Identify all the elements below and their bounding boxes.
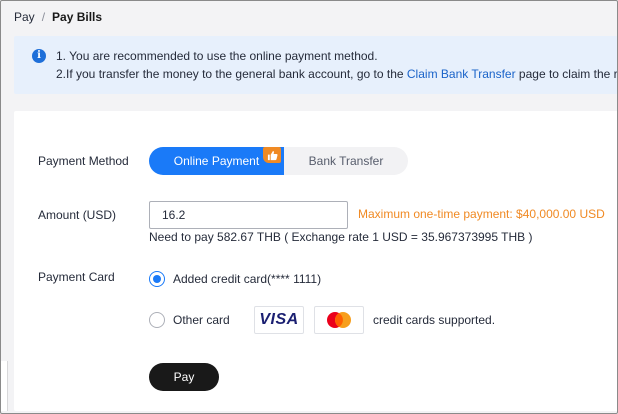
other-card-radio[interactable]	[149, 312, 165, 328]
notice-line-2-prefix: 2.If you transfer the money to the gener…	[56, 67, 407, 81]
payment-card-label: Payment Card	[38, 270, 115, 284]
visa-logo-text: VISA	[259, 311, 299, 328]
notice-line-2: 2.If you transfer the money to the gener…	[56, 67, 618, 81]
pay-button[interactable]: Pay	[149, 363, 219, 391]
online-payment-option[interactable]: Online Payment	[149, 147, 284, 175]
page-frame: Pay / Pay Bills i 1. You are recommended…	[0, 0, 618, 414]
need-to-pay-text: Need to pay 582.67 THB ( Exchange rate 1…	[149, 230, 533, 244]
thumbs-up-icon	[263, 147, 281, 163]
notice-line-2-suffix: page to claim the r	[515, 67, 618, 81]
other-card-label[interactable]: Other card	[173, 313, 230, 327]
added-card-label[interactable]: Added credit card(**** 1111)	[173, 272, 321, 286]
online-payment-label: Online Payment	[173, 154, 260, 168]
claim-bank-transfer-link[interactable]: Claim Bank Transfer	[407, 67, 516, 81]
mastercard-logo	[314, 306, 364, 334]
payment-method-toggle: Online Payment Bank Transfer	[149, 147, 408, 175]
breadcrumb: Pay / Pay Bills	[14, 9, 102, 25]
breadcrumb-pay[interactable]: Pay	[14, 10, 35, 24]
added-card-radio[interactable]	[149, 271, 165, 287]
mastercard-icon	[327, 312, 351, 328]
max-payment-note: Maximum one-time payment: $40,000.00 USD	[358, 207, 605, 221]
notice-line-1: 1. You are recommended to use the online…	[56, 49, 378, 63]
info-notice: i 1. You are recommended to use the onli…	[14, 36, 618, 94]
supported-cards-note: credit cards supported.	[373, 313, 496, 327]
visa-logo: VISA	[254, 306, 304, 334]
amount-label: Amount (USD)	[38, 208, 117, 222]
info-icon: i	[32, 49, 46, 63]
breadcrumb-current: Pay Bills	[52, 10, 103, 24]
bank-transfer-option[interactable]: Bank Transfer	[284, 147, 408, 175]
amount-input[interactable]	[149, 201, 348, 229]
breadcrumb-separator: /	[41, 10, 46, 24]
payment-method-label: Payment Method	[38, 154, 129, 168]
left-edge-panel	[1, 361, 8, 411]
